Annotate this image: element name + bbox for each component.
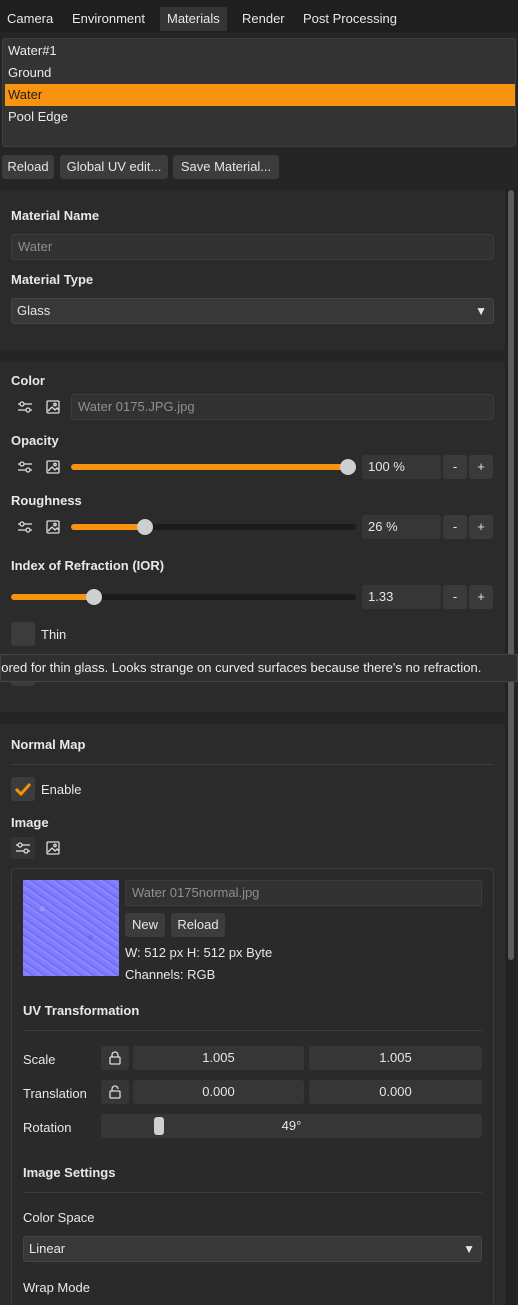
list-item[interactable]: Ground (5, 62, 515, 84)
color-texture-field[interactable]: Water 0175.JPG.jpg (71, 394, 494, 420)
tooltip-text: nored for thin glass. Looks strange on c… (0, 660, 482, 675)
thin-checkbox[interactable] (11, 622, 35, 646)
image-settings-title: Image Settings (23, 1165, 116, 1180)
chevron-down-icon: ▼ (463, 1242, 475, 1256)
normal-map-title: Normal Map (11, 737, 86, 752)
divider (23, 1192, 482, 1193)
opacity-decrement-button[interactable]: - (443, 455, 467, 479)
tab-post-processing[interactable]: Post Processing (296, 7, 404, 31)
ior-label: Index of Refraction (IOR) (11, 558, 165, 573)
thin-label: Thin (41, 627, 67, 642)
opacity-slider-fill (71, 464, 348, 470)
ior-increment-button[interactable]: + (469, 585, 493, 609)
roughness-slider[interactable] (71, 519, 356, 535)
list-item-selected[interactable]: Water (5, 84, 515, 106)
wrap-mode-label: Wrap Mode (23, 1280, 90, 1295)
material-type-label: Material Type (11, 272, 94, 287)
image-icon[interactable] (41, 456, 65, 478)
tab-environment[interactable]: Environment (65, 7, 152, 31)
scrollbar-thumb[interactable] (508, 190, 514, 960)
image-icon[interactable] (41, 396, 65, 418)
image-dimensions: W: 512 px H: 512 px Byte (125, 945, 273, 960)
tooltip: nored for thin glass. Looks strange on c… (0, 654, 518, 682)
rotation-slider[interactable]: 49° (101, 1114, 482, 1138)
new-button[interactable]: New (125, 913, 165, 937)
translation-label: Translation (23, 1086, 87, 1101)
reload-button[interactable]: Reload (2, 155, 54, 179)
sliders-icon[interactable] (13, 396, 37, 418)
opacity-slider[interactable] (71, 459, 356, 475)
roughness-slider-fill (71, 524, 146, 530)
roughness-label: Roughness (11, 493, 82, 508)
image-label: Image (11, 815, 49, 830)
tab-camera[interactable]: Camera (0, 7, 60, 31)
scale-u-field[interactable]: 1.005 (133, 1046, 304, 1070)
opacity-label: Opacity (11, 433, 59, 448)
checkmark-icon (14, 782, 32, 797)
reload-image-button[interactable]: Reload (171, 913, 225, 937)
rotation-slider-handle[interactable] (154, 1117, 165, 1135)
image-icon[interactable] (41, 837, 65, 859)
list-item[interactable]: Water#1 (5, 40, 515, 62)
divider (11, 764, 494, 765)
color-space-value: Linear (29, 1241, 66, 1256)
material-name-field[interactable]: Water (11, 234, 494, 260)
ior-value[interactable]: 1.33 (362, 585, 441, 609)
color-label: Color (11, 373, 45, 388)
tab-bar: Camera Environment Materials Render Post… (0, 0, 518, 32)
material-type-dropdown[interactable]: Glass ▼ (11, 298, 494, 324)
scale-v-field[interactable]: 1.005 (309, 1046, 482, 1070)
translation-u-field[interactable]: 0.000 (133, 1080, 304, 1104)
roughness-decrement-button[interactable]: - (443, 515, 467, 539)
tab-render[interactable]: Render (235, 7, 292, 31)
opacity-slider-handle[interactable] (340, 459, 356, 475)
list-item[interactable]: Pool Edge (5, 106, 515, 128)
ior-slider-handle[interactable] (85, 589, 102, 605)
opacity-increment-button[interactable]: + (469, 455, 493, 479)
translation-v-field[interactable]: 0.000 (309, 1080, 482, 1104)
uv-transformation-title: UV Transformation (23, 1003, 140, 1018)
roughness-slider-handle[interactable] (137, 519, 154, 535)
ior-decrement-button[interactable]: - (443, 585, 467, 609)
enable-checkbox[interactable] (11, 777, 35, 801)
divider (23, 1030, 482, 1031)
material-name-label: Material Name (11, 208, 100, 223)
lock-icon[interactable] (101, 1046, 129, 1070)
global-uv-edit-button[interactable]: Global UV edit... (60, 155, 168, 179)
image-icon[interactable] (41, 516, 65, 538)
image-channels: Channels: RGB (125, 967, 216, 982)
normal-map-file-field[interactable]: Water 0175normal.jpg (125, 880, 482, 906)
sliders-icon[interactable] (13, 516, 37, 538)
save-material-button[interactable]: Save Material... (173, 155, 279, 179)
material-list[interactable]: Water#1 Ground Water Pool Edge (2, 38, 516, 147)
scale-label: Scale (23, 1052, 56, 1067)
ior-slider-fill (11, 594, 94, 600)
chevron-down-icon: ▼ (475, 304, 487, 318)
enable-label: Enable (41, 782, 82, 797)
sliders-icon[interactable] (13, 456, 37, 478)
normal-map-thumbnail (23, 880, 119, 976)
color-space-label: Color Space (23, 1210, 95, 1225)
rotation-label: Rotation (23, 1120, 72, 1135)
roughness-value[interactable]: 26 % (362, 515, 441, 539)
color-space-dropdown[interactable]: Linear ▼ (23, 1236, 482, 1262)
opacity-value[interactable]: 100 % (362, 455, 441, 479)
rotation-value: 49° (281, 1118, 302, 1133)
tab-materials[interactable]: Materials (160, 7, 227, 31)
sliders-icon[interactable] (11, 837, 35, 859)
material-type-value: Glass (17, 303, 51, 318)
ior-slider[interactable] (11, 589, 356, 605)
roughness-increment-button[interactable]: + (469, 515, 493, 539)
material-panel: Material Name Water Material Type Glass … (0, 190, 505, 350)
unlock-icon[interactable] (101, 1080, 129, 1104)
